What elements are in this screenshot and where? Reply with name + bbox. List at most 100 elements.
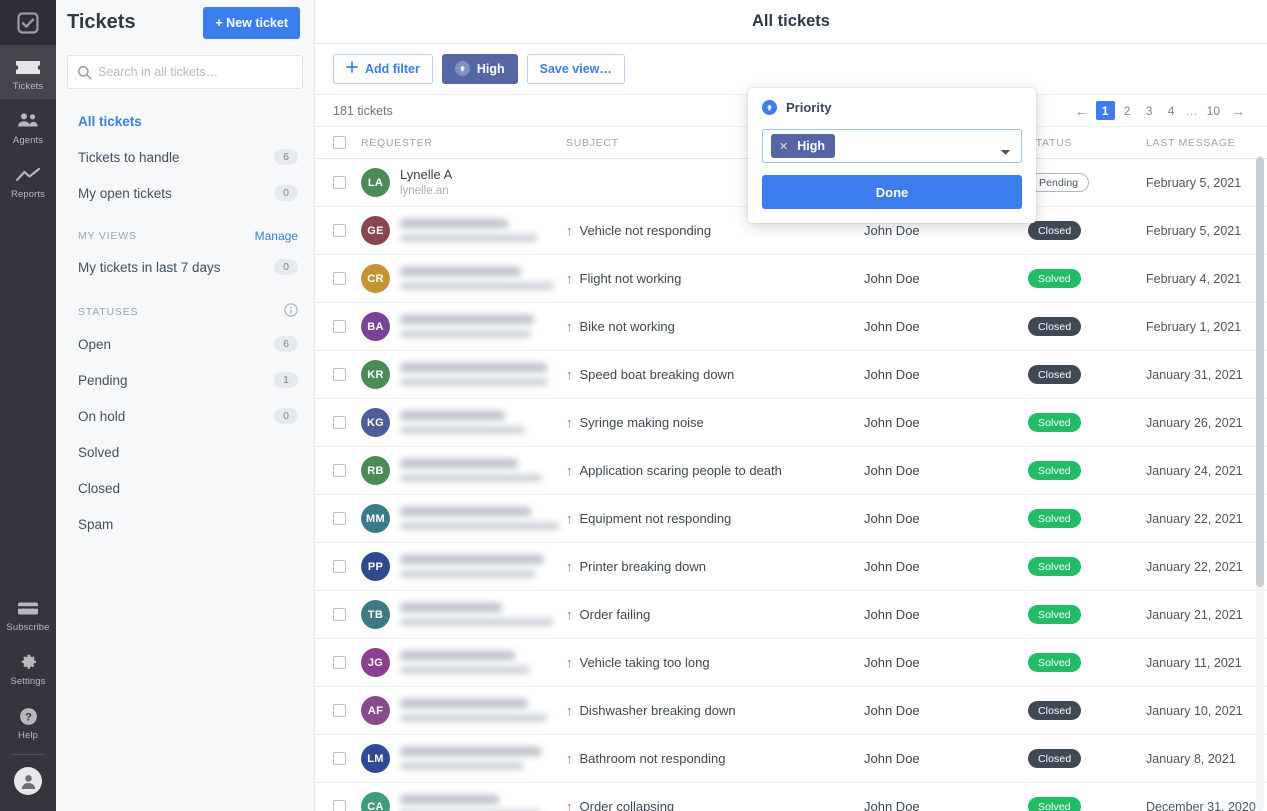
requester-text: [400, 219, 537, 243]
cell-subject[interactable]: ↑ Dishwasher breaking down: [566, 703, 864, 718]
cell-subject[interactable]: ↑ Bike not working: [566, 319, 864, 334]
cell-status: Closed: [1028, 365, 1146, 385]
requester-name-redacted: [400, 315, 534, 325]
row-checkbox[interactable]: [333, 176, 346, 190]
subject-text: Flight not working: [579, 271, 682, 287]
row-checkbox[interactable]: [333, 272, 346, 286]
pagination-next-button[interactable]: →: [1227, 103, 1249, 119]
table-row[interactable]: KR ↑ Speed boat breaking down John Doe Close…: [315, 351, 1267, 400]
row-checkbox[interactable]: [333, 224, 346, 238]
table-row[interactable]: CR ↑ Flight not working John Doe Solved Febru…: [315, 255, 1267, 304]
table-row[interactable]: TB ↑ Order failing John Doe Solved January 21…: [315, 591, 1267, 640]
sidebar-label-on-hold: On hold: [78, 408, 126, 424]
cell-last-message: January 26, 2021: [1146, 415, 1243, 430]
pagination-page-last[interactable]: 10: [1203, 101, 1224, 120]
requester-name: Lynelle A: [400, 167, 453, 183]
table-row[interactable]: KG ↑ Syringe making noise John Doe Solved Jan…: [315, 399, 1267, 448]
rail-item-help[interactable]: ? Help: [0, 694, 56, 748]
cell-subject[interactable]: ↑ Bathroom not responding: [566, 751, 864, 766]
chevron-down-icon[interactable]: [1000, 143, 1011, 161]
row-checkbox[interactable]: [333, 752, 346, 766]
table-row[interactable]: BA ↑ Bike not working John Doe Closed Februar…: [315, 303, 1267, 352]
rail-item-agents[interactable]: Agents: [0, 99, 56, 153]
sidebar-item-solved[interactable]: Solved: [56, 434, 314, 470]
pagination-page-2[interactable]: 2: [1118, 101, 1137, 120]
table-row[interactable]: PP ↑ Printer breaking down John Doe Solved Ja…: [315, 543, 1267, 592]
table-row[interactable]: CA ↑ Order collapsing John Doe Solved Decembe…: [315, 783, 1267, 811]
pagination-prev-button[interactable]: ←: [1071, 103, 1093, 119]
cell-subject[interactable]: ↑ Vehicle taking too long: [566, 655, 864, 670]
done-button[interactable]: Done: [762, 175, 1022, 209]
row-checkbox[interactable]: [333, 560, 346, 574]
priority-filter-chip[interactable]: High: [441, 53, 518, 84]
manage-views-link[interactable]: Manage: [255, 229, 298, 243]
status-badge: Closed: [1028, 221, 1082, 241]
new-ticket-button[interactable]: + New ticket: [203, 6, 300, 39]
add-filter-button[interactable]: Add filter: [333, 53, 433, 84]
row-checkbox[interactable]: [333, 800, 346, 811]
column-header-status[interactable]: STATUS: [1028, 137, 1146, 149]
rail-item-subscribe[interactable]: Subscribe: [0, 586, 56, 640]
row-checkbox[interactable]: [333, 368, 346, 382]
sidebar-item-my-tickets-last-7-days[interactable]: My tickets in last 7 days 0: [56, 249, 314, 285]
table-row[interactable]: AF ↑ Dishwasher breaking down John Doe Close…: [315, 687, 1267, 736]
table-row[interactable]: RB ↑ Application scaring people to death Jo…: [315, 447, 1267, 496]
close-icon[interactable]: ✕: [779, 140, 788, 153]
row-checkbox[interactable]: [333, 512, 346, 526]
priority-arrow-up-icon: ↑: [566, 463, 573, 479]
sidebar-item-on-hold[interactable]: On hold 0: [56, 398, 314, 434]
sidebar-item-open[interactable]: Open 6: [56, 326, 314, 362]
priority-select[interactable]: ✕ High: [762, 129, 1022, 163]
pagination-page-1[interactable]: 1: [1095, 101, 1115, 121]
pagination-page-4[interactable]: 4: [1162, 101, 1181, 120]
cell-agent: John Doe: [864, 415, 920, 431]
row-checkbox[interactable]: [333, 416, 346, 430]
row-checkbox[interactable]: [333, 464, 346, 478]
table-row[interactable]: MM ↑ Equipment not responding John Doe Solve…: [315, 495, 1267, 544]
sidebar-item-spam[interactable]: Spam: [56, 506, 314, 542]
row-checkbox[interactable]: [333, 704, 346, 718]
cell-requester: LA Lynelle Alynelle.an: [361, 167, 566, 198]
row-checkbox[interactable]: [333, 320, 346, 334]
cell-subject[interactable]: ↑ Printer breaking down: [566, 559, 864, 574]
cell-subject[interactable]: ↑ Equipment not responding: [566, 511, 864, 526]
search-box[interactable]: [67, 55, 303, 89]
cell-subject[interactable]: ↑ Flight not working: [566, 271, 864, 286]
cell-subject[interactable]: ↑ Vehicle not responding: [566, 223, 864, 238]
user-avatar-icon[interactable]: [14, 767, 42, 795]
rail-item-tickets[interactable]: Tickets: [0, 45, 56, 99]
select-all-checkbox[interactable]: [333, 136, 346, 150]
subject-text: Bike not working: [579, 319, 675, 335]
cell-subject[interactable]: ↑ Order collapsing: [566, 799, 864, 811]
sidebar-item-my-open-tickets[interactable]: My open tickets 0: [56, 175, 314, 211]
requester-name-redacted: [400, 747, 541, 757]
sidebar-item-tickets-to-handle[interactable]: Tickets to handle 6: [56, 139, 314, 175]
row-checkbox[interactable]: [333, 608, 346, 622]
column-header-last-message[interactable]: LAST MESSAGE: [1146, 137, 1267, 149]
table-row[interactable]: LM ↑ Bathroom not responding John Doe Closed…: [315, 735, 1267, 784]
cell-subject[interactable]: ↑ Syringe making noise: [566, 415, 864, 430]
app-logo[interactable]: [0, 0, 56, 45]
statuses-info-icon[interactable]: [284, 303, 298, 320]
cell-last-message: February 1, 2021: [1146, 319, 1242, 334]
rail-item-settings[interactable]: Settings: [0, 640, 56, 694]
scrollbar-thumb[interactable]: [1256, 157, 1264, 587]
table-row[interactable]: JG ↑ Vehicle taking too long John Doe Solved…: [315, 639, 1267, 688]
save-view-button[interactable]: Save view…: [526, 53, 625, 84]
sidebar-item-all-tickets[interactable]: All tickets: [56, 103, 314, 139]
pagination-page-3[interactable]: 3: [1140, 101, 1159, 120]
status-badge: Solved: [1028, 269, 1081, 289]
cell-subject[interactable]: ↑ Order failing: [566, 607, 864, 622]
row-checkbox[interactable]: [333, 656, 346, 670]
cell-subject[interactable]: ↑ Application scaring people to death: [566, 463, 864, 478]
search-input[interactable]: [98, 65, 294, 79]
column-header-requester[interactable]: REQUESTER: [361, 137, 566, 149]
rail-item-reports[interactable]: Reports: [0, 153, 56, 207]
sidebar-item-closed[interactable]: Closed: [56, 470, 314, 506]
popup-title: Priority: [786, 100, 832, 115]
cell-last-message: February 5, 2021: [1146, 175, 1242, 190]
priority-token-high[interactable]: ✕ High: [771, 134, 835, 158]
cell-subject[interactable]: ↑ Speed boat breaking down: [566, 367, 864, 382]
sidebar-item-pending[interactable]: Pending 1: [56, 362, 314, 398]
plus-icon: [346, 61, 358, 76]
